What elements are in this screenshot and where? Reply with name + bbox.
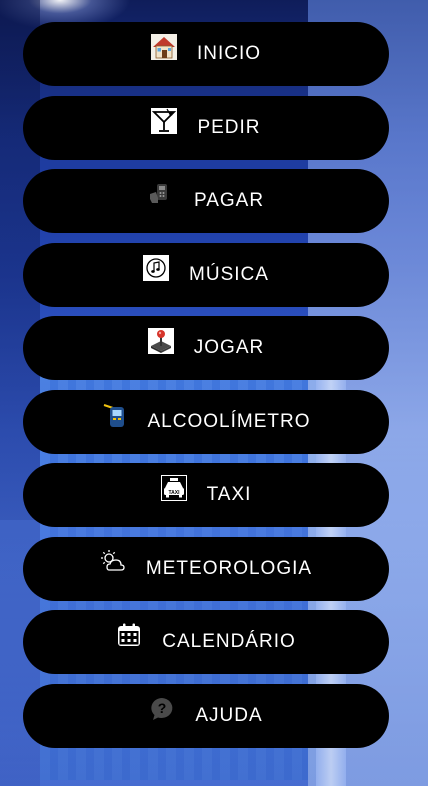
pedir-button[interactable]: PEDIR <box>23 95 389 160</box>
jogar-label: JOGAR <box>193 337 265 358</box>
payment-terminal-icon <box>148 181 174 207</box>
breathalyzer-icon <box>102 402 128 428</box>
inicio-label: INICIO <box>196 43 262 64</box>
musica-button[interactable]: MÚSICA <box>23 242 389 307</box>
svg-text:?: ? <box>158 700 167 716</box>
music-note-icon <box>143 254 170 281</box>
musica-label: MÚSICA <box>189 263 269 285</box>
ajuda-label: AJUDA <box>195 704 263 726</box>
pedir-label: PEDIR <box>197 116 261 138</box>
pagar-label: PAGAR <box>193 190 265 211</box>
main-menu: INICIO PEDIR PAGAR MÚSICA JOGAR ALCOOLÍM… <box>23 22 389 748</box>
calendar-icon <box>116 622 142 648</box>
taxi-icon: TAXI <box>160 475 187 501</box>
calendario-button[interactable]: CALENDÁRIO <box>23 610 389 674</box>
cocktail-glass-icon <box>151 107 178 134</box>
jogar-button[interactable]: JOGAR <box>23 316 389 380</box>
joystick-icon <box>147 328 174 354</box>
alcoolimetro-label: ALCOOLÍMETRO <box>147 410 311 432</box>
svg-text:TAXI: TAXI <box>168 490 180 496</box>
inicio-button[interactable]: INICIO <box>23 22 389 86</box>
calendario-label: CALENDÁRIO <box>162 631 296 652</box>
help-icon: ? <box>149 696 175 722</box>
ajuda-button[interactable]: ? AJUDA <box>23 683 389 748</box>
pagar-button[interactable]: PAGAR <box>23 169 389 233</box>
taxi-label: TAXI <box>206 484 252 505</box>
alcoolimetro-button[interactable]: ALCOOLÍMETRO <box>23 389 389 454</box>
taxi-button[interactable]: TAXI TAXI <box>23 463 389 527</box>
home-icon <box>150 34 177 60</box>
meteorologia-label: METEOROLOGIA <box>145 557 313 579</box>
weather-icon <box>100 549 126 575</box>
meteorologia-button[interactable]: METEOROLOGIA <box>23 536 389 601</box>
